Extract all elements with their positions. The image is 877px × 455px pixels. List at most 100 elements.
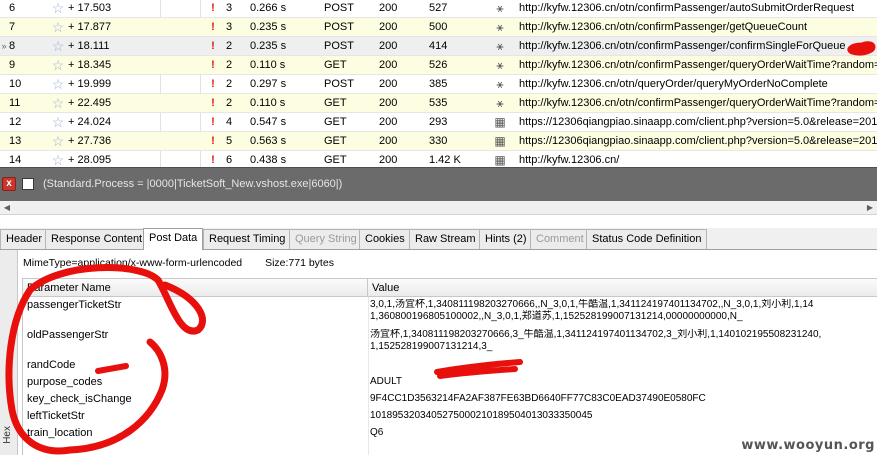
- favorite-star-icon[interactable]: ☆: [48, 56, 68, 75]
- duration: 0.266 s: [250, 2, 287, 14]
- favorite-star-icon[interactable]: ☆: [48, 151, 68, 167]
- tab-request-timing[interactable]: Request Timing: [203, 229, 292, 249]
- favorite-star-icon[interactable]: ☆: [48, 132, 68, 151]
- status-code: 200: [379, 135, 398, 147]
- param-name: purpose_codes: [27, 376, 103, 388]
- request-url: http://kyfw.12306.cn/otn/queryOrder/quer…: [519, 78, 828, 90]
- http-method: GET: [324, 135, 347, 147]
- session-row[interactable]: 11 ☆ + 22.495! 2 0.110 s GET 200 535 ⚹ http://kyf…: [0, 94, 877, 113]
- tab-post-data[interactable]: Post Data: [143, 228, 204, 250]
- tab-cookies[interactable]: Cookies: [359, 229, 411, 249]
- tab-header[interactable]: Header: [0, 229, 49, 249]
- request-count: 3: [226, 2, 233, 14]
- request-url: http://kyfw.12306.cn/otn/confirmPassenge…: [519, 21, 808, 33]
- duration: 0.235 s: [250, 40, 287, 52]
- column-divider: [368, 297, 369, 455]
- session-row[interactable]: 12 ☆ + 24.024! 4 0.547 s GET 200 293 ▦ https://12…: [0, 113, 877, 132]
- param-name: leftTicketStr: [27, 410, 85, 422]
- duration: 0.110 s: [250, 97, 286, 109]
- duration: 0.235 s: [250, 21, 287, 33]
- scroll-right-icon[interactable]: ▶: [863, 201, 877, 215]
- close-filter-button[interactable]: x: [2, 177, 16, 191]
- request-count: 2: [226, 40, 233, 52]
- request-count: 5: [226, 135, 233, 147]
- response-size: 526: [429, 59, 448, 71]
- session-number: 6: [9, 2, 16, 14]
- tab-comment[interactable]: Comment: [530, 229, 590, 249]
- hex-side-tab[interactable]: Hex: [0, 250, 18, 455]
- selection-marker-icon: »: [1, 41, 7, 51]
- response-size: 293: [429, 116, 448, 128]
- mime-info: MimeType=application/x-www-form-urlencod…: [23, 257, 354, 269]
- col-header-value[interactable]: Value: [368, 279, 877, 297]
- request-url: http://kyfw.12306.cn/otn/confirmPassenge…: [519, 59, 877, 71]
- duration: 0.297 s: [250, 78, 287, 90]
- horizontal-scrollbar[interactable]: ◀ ▶: [0, 201, 877, 215]
- session-row[interactable]: 13 ☆ + 27.736! 5 0.563 s GET 200 330 ▦ https://12…: [0, 132, 877, 151]
- session-row[interactable]: 9 ☆ + 18.345! 2 0.110 s GET 200 526 ⚹ http://kyfw…: [0, 56, 877, 75]
- favorite-star-icon[interactable]: ☆: [48, 18, 68, 37]
- session-number: 8: [9, 40, 16, 52]
- elapsed-time: + 17.503: [68, 2, 112, 14]
- selection-marker-icon: [0, 113, 8, 132]
- tab-query-string[interactable]: Query String: [289, 229, 363, 249]
- filter-expression[interactable]: (Standard.Process = |0000|TicketSoft_New…: [43, 178, 342, 190]
- selection-marker-icon: [0, 75, 8, 94]
- inspector-tabs: Header Response Content Post Data Request T…: [0, 228, 877, 250]
- duration: 0.110 s: [250, 59, 286, 71]
- sessions-grid[interactable]: 6 ☆ + 17.503! 3 0.266 s POST 200 527 ⚹ http://kyf…: [0, 0, 877, 167]
- param-name: train_location: [27, 427, 93, 439]
- favorite-star-icon[interactable]: ☆: [48, 94, 68, 113]
- http-method: POST: [324, 21, 354, 33]
- warning-icon: !: [211, 154, 215, 166]
- request-count: 2: [226, 97, 233, 109]
- response-size: 330: [429, 135, 448, 147]
- selection-marker-icon: [0, 132, 8, 151]
- session-row[interactable]: 10 ☆ + 19.999! 2 0.297 s POST 200 385 ⚹ http://ky…: [0, 75, 877, 94]
- col-header-name[interactable]: Parameter Name: [23, 279, 368, 297]
- session-row[interactable]: » 8 ☆ + 18.111! 2 0.235 s POST 200 414 ⚹ http://ky…: [0, 37, 877, 56]
- tab-raw-stream[interactable]: Raw Stream: [409, 229, 482, 249]
- session-row[interactable]: 6 ☆ + 17.503! 3 0.266 s POST 200 527 ⚹ http://kyf…: [0, 0, 877, 18]
- filter-checkbox[interactable]: [22, 178, 34, 190]
- session-number: 14: [9, 154, 22, 166]
- post-data-panel: Hex MimeType=application/x-www-form-urle…: [0, 250, 877, 455]
- duration: 0.438 s: [250, 154, 287, 166]
- session-row[interactable]: 7 ☆ + 17.877! 3 0.235 s POST 200 500 ⚹ http://kyf…: [0, 18, 877, 37]
- session-number: 11: [9, 97, 21, 109]
- tab-response-content[interactable]: Response Content: [45, 229, 149, 249]
- param-value: 9F4CC1D3563214FA2AF387FE63BD6640FF77C83C…: [370, 393, 706, 404]
- scroll-left-icon[interactable]: ◀: [0, 201, 14, 215]
- mime-type: MimeType=application/x-www-form-urlencod…: [23, 257, 243, 269]
- warning-icon: !: [211, 78, 215, 90]
- favorite-star-icon[interactable]: ☆: [48, 75, 68, 94]
- status-code: 200: [379, 97, 398, 109]
- warning-icon: !: [211, 135, 215, 147]
- param-value: ADULT: [370, 376, 403, 387]
- warning-icon: !: [211, 2, 215, 14]
- warning-icon: !: [211, 21, 215, 33]
- body-size: Size:771 bytes: [265, 257, 334, 269]
- selection-marker-icon: [0, 151, 8, 167]
- session-row[interactable]: 14 ☆ + 28.095! 6 0.438 s GET 200 1.42 K ▦ http://…: [0, 151, 877, 167]
- request-url: https://12306qiangpiao.sinaapp.com/clien…: [519, 116, 877, 128]
- tab-status-code-definition[interactable]: Status Code Definition: [586, 229, 708, 249]
- post-icon: ⚹: [496, 77, 504, 91]
- response-size: 527: [429, 2, 448, 14]
- response-size: 385: [429, 78, 448, 90]
- post-icon: ⚹: [496, 1, 504, 15]
- session-number: 12: [9, 116, 22, 128]
- status-code: 200: [379, 21, 398, 33]
- filter-bar: x (Standard.Process = |0000|TicketSoft_N…: [0, 167, 877, 201]
- page-icon: ▦: [494, 153, 506, 167]
- favorite-star-icon[interactable]: ☆: [48, 37, 68, 56]
- status-code: 200: [379, 59, 398, 71]
- selection-marker-icon: [0, 94, 8, 113]
- http-method: POST: [324, 40, 354, 52]
- favorite-star-icon[interactable]: ☆: [48, 0, 68, 18]
- elapsed-time: + 17.877: [68, 21, 112, 33]
- status-code: 200: [379, 154, 398, 166]
- post-params-table: Parameter Name Value passengerTicketStr 3…: [22, 278, 877, 455]
- favorite-star-icon[interactable]: ☆: [48, 113, 68, 132]
- tab-hints-2[interactable]: Hints (2): [479, 229, 533, 249]
